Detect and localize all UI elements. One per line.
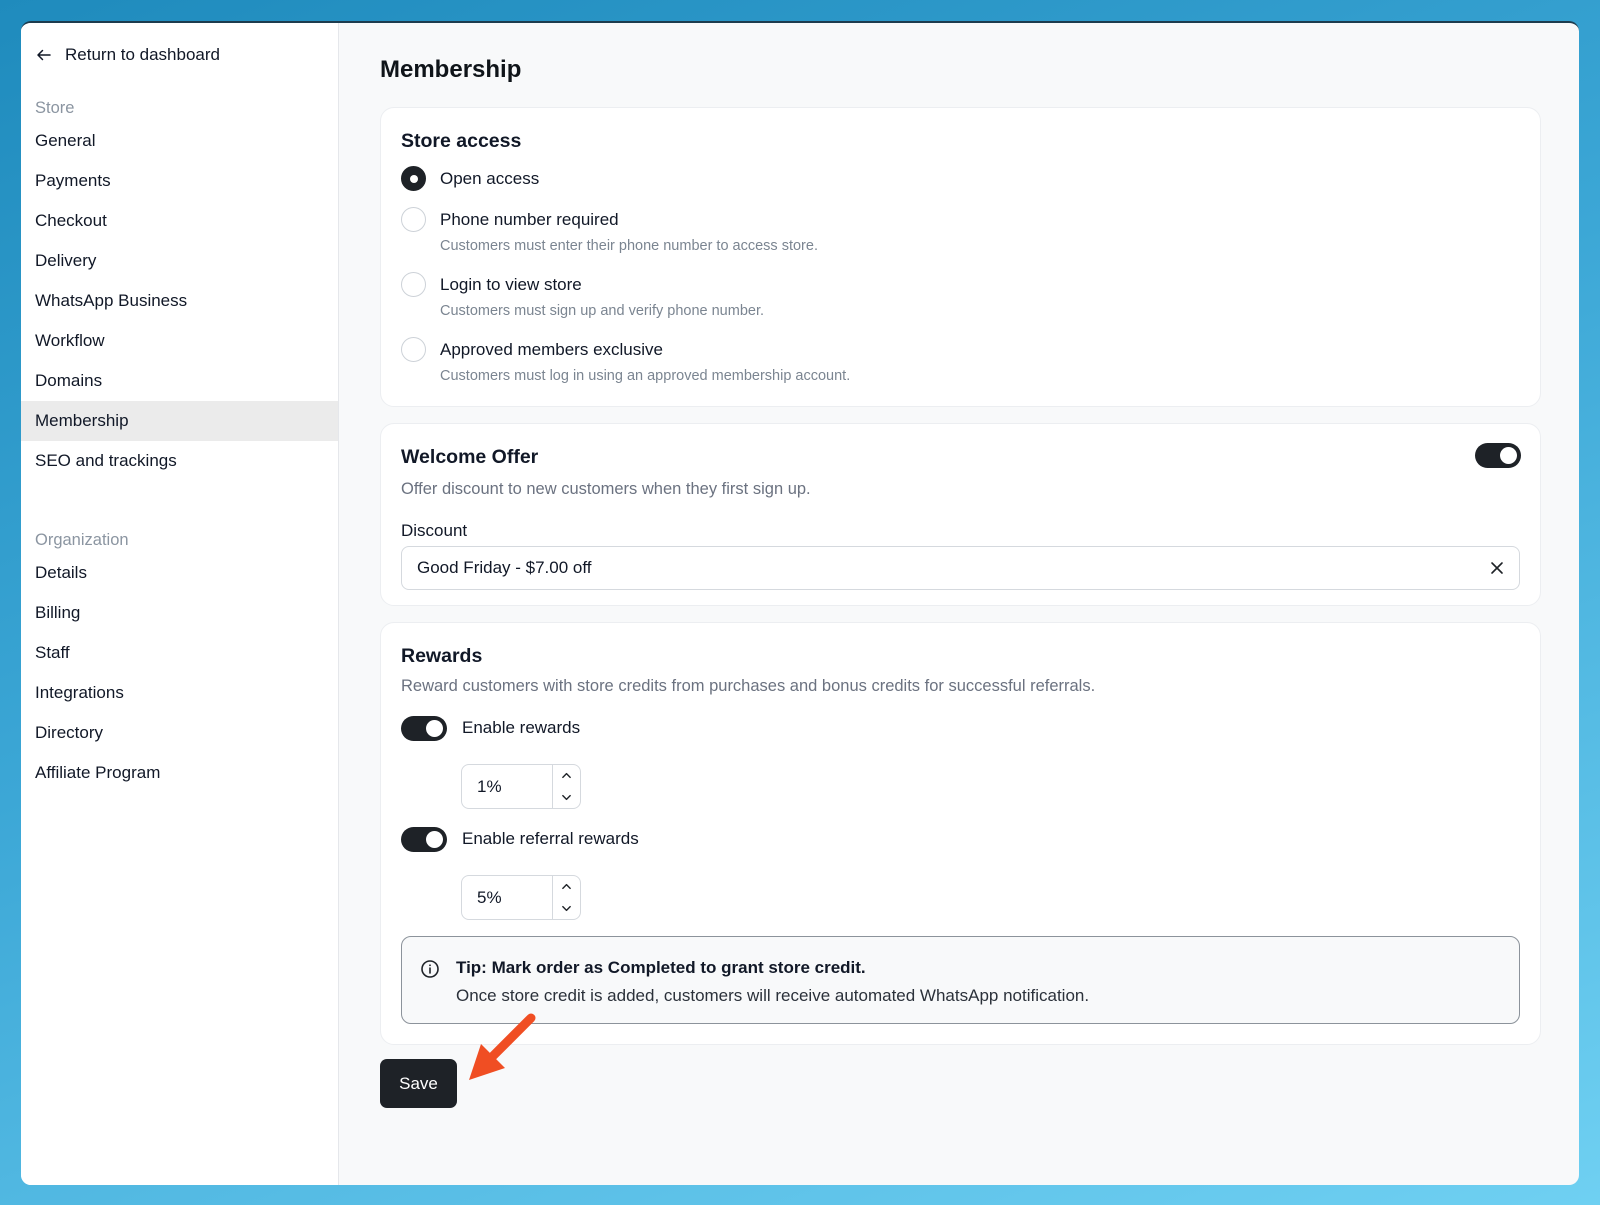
enable-rewards-label: Enable rewards (462, 718, 581, 737)
rewards-card: Rewards Reward customers with store cred… (380, 622, 1541, 1045)
sidebar-item-seo-and-trackings[interactable]: SEO and trackings (21, 441, 338, 481)
sidebar: Return to dashboard Store General Payment… (21, 23, 339, 1185)
enable-referral-rewards-row: Enable referral rewards (401, 826, 1520, 852)
tip-body: Once store credit is added, customers wi… (456, 986, 1090, 1005)
sidebar-item-whatsapp-business[interactable]: WhatsApp Business (21, 281, 338, 321)
access-option-text: Phone number required Customers must ente… (440, 209, 818, 256)
return-to-dashboard-link[interactable]: Return to dashboard (21, 41, 338, 69)
sidebar-item-payments[interactable]: Payments (21, 161, 338, 201)
rewards-percent-stepper[interactable]: 1% (461, 764, 581, 809)
store-access-title: Store access (401, 130, 522, 152)
referral-percent-stepper[interactable]: 5% (461, 875, 581, 920)
sidebar-item-delivery[interactable]: Delivery (21, 241, 338, 281)
settings-window: Return to dashboard Store General Payment… (21, 21, 1579, 1185)
access-option-approved-members-exclusive[interactable]: Approved members exclusive Customers must… (401, 337, 1520, 386)
return-to-dashboard-label: Return to dashboard (65, 45, 220, 64)
sidebar-item-integrations[interactable]: Integrations (21, 673, 338, 713)
chevron-down-icon[interactable] (553, 787, 580, 809)
arrow-left-icon (37, 49, 51, 61)
sidebar-item-domains[interactable]: Domains (21, 361, 338, 401)
enable-referral-rewards-toggle[interactable] (401, 826, 447, 852)
access-option-text: Login to view store Customers must sign u… (440, 274, 764, 321)
stepper-arrows (552, 765, 580, 808)
access-option-label: Phone number required (440, 210, 619, 229)
access-option-login-to-view-store[interactable]: Login to view store Customers must sign u… (401, 272, 1520, 321)
rewards-percent-value[interactable]: 1% (462, 765, 552, 808)
radio-button[interactable] (401, 337, 426, 362)
access-option-label: Login to view store (440, 275, 582, 294)
welcome-offer-title: Welcome Offer (401, 446, 539, 468)
save-button[interactable]: Save (380, 1059, 457, 1108)
annotation-arrow-icon (469, 1013, 536, 1080)
access-option-text: Open access (440, 168, 539, 191)
tip-box: Tip: Mark order as Completed to grant st… (401, 936, 1520, 1024)
store-access-options: Open access Phone number required Customer… (401, 166, 1520, 386)
chevron-up-icon[interactable] (553, 876, 580, 898)
access-option-phone-number-required[interactable]: Phone number required Customers must ente… (401, 207, 1520, 256)
sidebar-item-details[interactable]: Details (21, 553, 338, 593)
radio-button[interactable] (401, 272, 426, 297)
access-option-text: Approved members exclusive Customers must… (440, 339, 850, 386)
access-option-label: Open access (440, 169, 540, 188)
discount-select[interactable]: Good Friday - $7.00 off (401, 546, 1520, 590)
enable-referral-rewards-label: Enable referral rewards (462, 829, 639, 848)
welcome-offer-card: Welcome Offer Offer discount to new cust… (380, 423, 1541, 606)
radio-button[interactable] (401, 207, 426, 232)
page-title: Membership (380, 56, 522, 83)
welcome-offer-toggle[interactable] (1475, 443, 1521, 468)
info-icon (421, 960, 439, 978)
sidebar-item-directory[interactable]: Directory (21, 713, 338, 753)
sidebar-item-staff[interactable]: Staff (21, 633, 338, 673)
tip-title: Tip: Mark order as Completed to grant st… (456, 958, 866, 977)
store-access-card: Store access Open access Phone number req… (380, 107, 1541, 407)
discount-value: Good Friday - $7.00 off (417, 558, 592, 577)
access-option-description: Customers must sign up and verify phone … (440, 303, 764, 319)
chevron-down-icon[interactable] (553, 898, 580, 920)
chevron-up-icon[interactable] (553, 765, 580, 787)
sidebar-item-affiliate-program[interactable]: Affiliate Program (21, 753, 338, 793)
store-nav: General Payments Checkout Delivery WhatsApp … (21, 121, 338, 481)
sidebar-item-checkout[interactable]: Checkout (21, 201, 338, 241)
enable-rewards-row: Enable rewards (401, 715, 1520, 741)
rewards-description: Reward customers with store credits from… (401, 677, 1096, 695)
stepper-arrows (552, 876, 580, 919)
welcome-offer-description: Offer discount to new customers when the… (401, 480, 811, 498)
sidebar-item-general[interactable]: General (21, 121, 338, 161)
access-option-description: Customers must enter their phone number … (440, 238, 818, 254)
sidebar-item-membership[interactable]: Membership (21, 401, 338, 441)
access-option-label: Approved members exclusive (440, 340, 663, 359)
organization-section-label: Organization (35, 531, 129, 549)
main-content: Membership Store access Open access Phone… (339, 23, 1579, 1185)
rewards-title: Rewards (401, 645, 483, 667)
access-option-description: Customers must log in using an approved … (440, 368, 851, 384)
sidebar-item-workflow[interactable]: Workflow (21, 321, 338, 361)
sidebar-item-billing[interactable]: Billing (21, 593, 338, 633)
store-section-label: Store (35, 99, 75, 117)
organization-nav: Details Billing Staff Integrations Directory… (21, 553, 338, 793)
discount-label: Discount (401, 521, 468, 540)
access-option-open-access[interactable]: Open access (401, 166, 1520, 191)
referral-percent-value[interactable]: 5% (462, 876, 552, 919)
radio-button[interactable] (401, 166, 426, 191)
close-icon[interactable] (1490, 561, 1504, 575)
enable-rewards-toggle[interactable] (401, 715, 447, 741)
